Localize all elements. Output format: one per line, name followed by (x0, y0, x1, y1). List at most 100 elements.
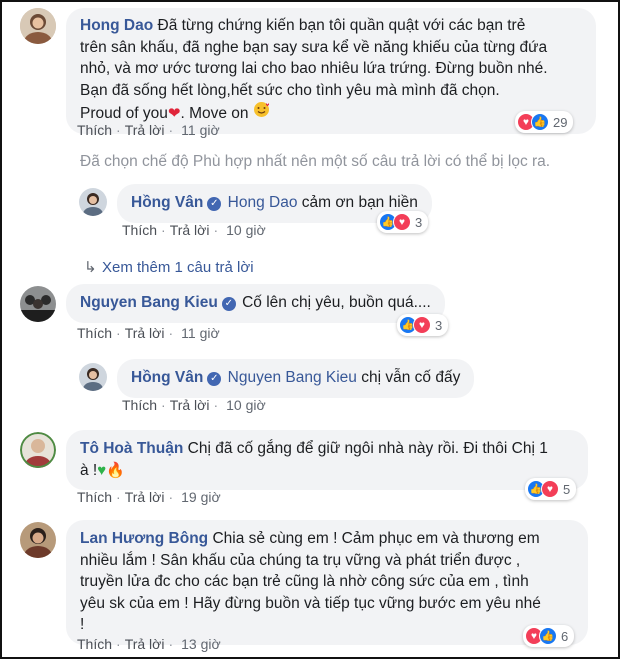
reaction-summary[interactable]: 👍 ♥ 5 (525, 478, 577, 500)
like-button[interactable]: Thích (122, 222, 157, 238)
view-more-replies-link[interactable]: ↳ Xem thêm 1 câu trả lời (84, 258, 254, 276)
like-icon: 👍 (531, 113, 549, 131)
avatar[interactable] (20, 432, 56, 468)
love-icon: ♥ (541, 480, 559, 498)
comment-actions: Thích · Trả lời · 13 giờ (77, 636, 221, 652)
reaction-summary[interactable]: 👍 ♥ 3 (377, 211, 429, 233)
comment-bubble: Nguyen Bang Kieu ✓ Cố lên chị yêu, buồn q… (66, 284, 445, 323)
like-icon: 👍 (539, 627, 557, 645)
avatar[interactable] (20, 522, 56, 558)
reaction-count: 3 (435, 317, 443, 333)
timestamp[interactable]: 10 giờ (226, 397, 266, 413)
comment-bubble: Hồng Vân ✓ Nguyen Bang Kieu chị vẫn cố đấ… (117, 359, 475, 398)
like-button[interactable]: Thích (77, 489, 112, 505)
comment-author[interactable]: Tô Hoà Thuận (80, 440, 183, 457)
avatar[interactable] (79, 188, 107, 216)
comment-text: Cố lên chị yêu, buồn quá.... (242, 294, 431, 311)
comment-text: cảm ơn bạn hiền (301, 194, 418, 211)
green-heart-icon: ♥ (97, 461, 107, 479)
separator: · (168, 489, 174, 505)
reaction-summary[interactable]: ♥ 👍 29 (515, 111, 574, 133)
smiling-face-with-hearts-icon (253, 101, 270, 125)
timestamp[interactable]: 11 giờ (181, 122, 220, 138)
comment-actions: Thích · Trả lời · 11 giờ (77, 325, 220, 341)
reaction-count: 5 (563, 481, 571, 497)
comment-actions: Thích · Trả lời · 10 giờ (122, 397, 266, 413)
separator: · (116, 489, 121, 505)
like-button[interactable]: Thích (77, 325, 112, 341)
comment-actions: Thích · Trả lời · 10 giờ (122, 222, 266, 238)
separator: · (116, 325, 121, 341)
comment-text-line: ! (80, 616, 85, 633)
view-more-label: Xem thêm 1 câu trả lời (102, 259, 254, 276)
timestamp[interactable]: 19 giờ (181, 489, 221, 505)
comment-bubble: Tô Hoà Thuận Chị đã cố gắng để giữ ngôi … (66, 430, 588, 490)
separator: · (161, 222, 166, 238)
avatar-photo-icon (79, 363, 107, 391)
reply-arrow-icon: ↳ (84, 259, 97, 276)
like-button[interactable]: Thích (122, 397, 157, 413)
comment-lan-huong-bong: Lan Hương Bông Chia sẻ cùng em ! Cảm phụ… (20, 520, 588, 645)
separator: · (161, 397, 166, 413)
avatar[interactable] (20, 8, 56, 44)
comment-author[interactable]: Hồng Vân (131, 194, 203, 211)
avatar-photo-icon (79, 188, 107, 216)
separator: · (213, 397, 219, 413)
comment-text-line: truyền lửa đc cho các bạn trẻ cũng là nh… (80, 573, 529, 590)
like-button[interactable]: Thích (77, 122, 112, 138)
filter-notice: Đã chọn chế độ Phù hợp nhất nên một số c… (80, 153, 551, 170)
mentioned-user[interactable]: Nguyen Bang Kieu (228, 369, 357, 386)
reply-button[interactable]: Trả lời (125, 489, 165, 505)
comment-text-line: à ! (80, 461, 98, 479)
timestamp[interactable]: 11 giờ (181, 325, 220, 341)
reply-button[interactable]: Trả lời (170, 222, 210, 238)
love-icon: ♥ (413, 316, 431, 334)
separator: · (116, 636, 121, 652)
reply-button[interactable]: Trả lời (170, 397, 210, 413)
separator: · (213, 222, 219, 238)
comment-hong-dao: Hong Dao Đã từng chứng kiến bạn tôi quần… (20, 8, 596, 134)
separator: · (168, 122, 174, 138)
avatar-photo-icon (20, 8, 56, 44)
reply-button[interactable]: Trả lời (125, 636, 165, 652)
reaction-summary[interactable]: 👍 ♥ 3 (397, 314, 449, 336)
comment-author[interactable]: Nguyen Bang Kieu (80, 294, 218, 311)
reaction-summary[interactable]: ♥ 👍 6 (523, 625, 575, 647)
avatar-photo-icon (20, 432, 56, 468)
timestamp[interactable]: 13 giờ (181, 636, 221, 652)
comment-actions: Thích · Trả lời · 19 giờ (77, 489, 221, 505)
reply-button[interactable]: Trả lời (125, 122, 165, 138)
separator: · (116, 122, 121, 138)
comment-text-line: Proud of you (80, 105, 168, 122)
reply-hong-van-2: Hồng Vân ✓ Nguyen Bang Kieu chị vẫn cố đấ… (79, 359, 475, 398)
separator: · (168, 325, 174, 341)
comment-author[interactable]: Lan Hương Bông (80, 530, 208, 547)
reply-button[interactable]: Trả lời (125, 325, 165, 341)
avatar[interactable] (79, 363, 107, 391)
comment-text-line: nhiều lắm ! Sân khấu của chúng ta trụ vữ… (80, 551, 521, 569)
reaction-count: 6 (561, 628, 569, 644)
verified-badge-icon: ✓ (207, 197, 222, 211)
fire-icon: 🔥 (106, 461, 125, 479)
comment-author[interactable]: Hồng Vân (131, 369, 203, 386)
reaction-count: 29 (553, 114, 568, 130)
comment-nguyen-bang-kieu: Nguyen Bang Kieu ✓ Cố lên chị yêu, buồn q… (20, 284, 445, 323)
comment-to-hoa-thuan: Tô Hoà Thuận Chị đã cố gắng để giữ ngôi … (20, 430, 588, 490)
comment-text-line: trên sân khấu, đã nghe bạn say sưa kể về… (80, 38, 548, 56)
avatar[interactable] (20, 286, 56, 322)
verified-badge-icon: ✓ (207, 372, 222, 386)
avatar-photo-icon (20, 286, 56, 322)
comment-text-line: nhỏ, và mơ ước tương lai cho bao nhiêu l… (80, 60, 548, 77)
comment-text-line: Chia sẻ cùng em ! Cảm phục em và thương … (212, 530, 540, 547)
reaction-count: 3 (415, 214, 423, 230)
separator: · (168, 636, 174, 652)
comment-bubble: Lan Hương Bông Chia sẻ cùng em ! Cảm phụ… (66, 520, 588, 645)
comment-text-line: Đã từng chứng kiến bạn tôi quần quật với… (157, 17, 526, 34)
comment-text-line: . Move on (180, 105, 249, 122)
avatar-photo-icon (20, 522, 56, 558)
comment-text: chị vẫn cố đấy (361, 369, 461, 386)
comment-author[interactable]: Hong Dao (80, 17, 153, 34)
mentioned-user[interactable]: Hong Dao (228, 194, 298, 211)
like-button[interactable]: Thích (77, 636, 112, 652)
timestamp[interactable]: 10 giờ (226, 222, 266, 238)
